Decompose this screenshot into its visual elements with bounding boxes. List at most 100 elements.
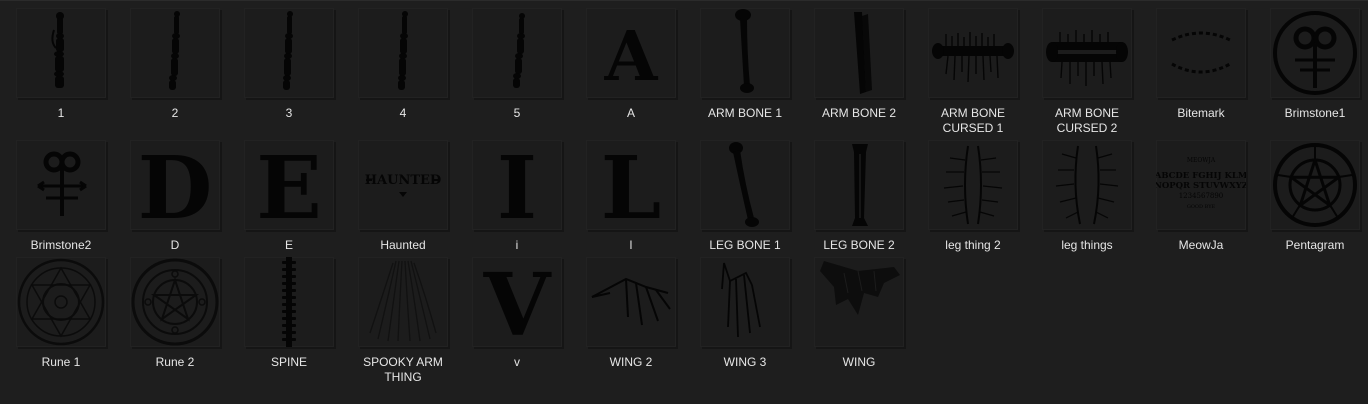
- letter-l-icon: L: [586, 140, 676, 230]
- bone-finger-icon: [130, 8, 220, 98]
- glyph: E: [256, 140, 322, 230]
- file-name: Rune 2: [155, 355, 195, 369]
- file-item-arm-bone-2[interactable]: ARM BONE 2: [808, 8, 910, 121]
- file-name: D: [170, 238, 180, 252]
- letter-d-icon: D: [130, 140, 220, 230]
- file-item-2[interactable]: 2: [124, 8, 226, 121]
- letter-a-icon: A: [586, 8, 676, 98]
- bone-finger-icon: [358, 8, 448, 98]
- bone-finger-icon: [16, 8, 106, 98]
- bitemark-icon: [1156, 8, 1246, 98]
- file-item-meowja[interactable]: MEOWJA ABCDE FGHIJ KLM NOPQR STUVWXYZ 12345…: [1150, 140, 1252, 253]
- cursed-bone-icon: [1042, 8, 1132, 98]
- file-name: Bitemark: [1177, 106, 1225, 120]
- file-name: ARM BONE CURSED 1: [940, 106, 1005, 135]
- wing-icon: [586, 257, 676, 347]
- file-item-a[interactable]: A A: [580, 8, 682, 121]
- ouija-row-1: ABCDE FGHIJ KLM: [1156, 171, 1246, 181]
- leg-bone-icon: [700, 140, 790, 230]
- file-item-wing-3[interactable]: WING 3: [694, 257, 796, 370]
- file-item-spine[interactable]: SPINE: [238, 257, 340, 370]
- wing-icon: [814, 257, 904, 347]
- file-name: MeowJa: [1178, 238, 1224, 252]
- file-item-e[interactable]: E E: [238, 140, 340, 253]
- file-name: LEG BONE 1: [709, 238, 781, 252]
- glyph: D: [138, 140, 213, 230]
- ouija-row-3: 1234567890: [1179, 192, 1224, 200]
- file-item-5[interactable]: 5: [466, 8, 568, 121]
- file-item-arm-bone-cursed-1[interactable]: ARM BONE CURSED 1: [922, 8, 1024, 136]
- file-name: 2: [171, 106, 179, 120]
- file-name: Pentagram: [1285, 238, 1345, 252]
- file-item-brimstone2[interactable]: Brimstone2: [10, 140, 112, 253]
- file-item-leg-thing-2[interactable]: leg thing 2: [922, 140, 1024, 253]
- file-item-brimstone1[interactable]: Brimstone1: [1264, 8, 1366, 121]
- file-item-pentagram[interactable]: Pentagram: [1264, 140, 1366, 253]
- file-name: Brimstone2: [30, 238, 92, 252]
- ouija-row-2: NOPQR STUVWXYZ: [1156, 181, 1246, 191]
- file-item-bitemark[interactable]: Bitemark: [1150, 8, 1252, 121]
- file-item-d[interactable]: D D: [124, 140, 226, 253]
- pentagram-icon: [1270, 140, 1360, 230]
- file-name: 4: [399, 106, 407, 120]
- file-item-haunted[interactable]: HAUNTED Haunted: [352, 140, 454, 253]
- glyph: V: [483, 257, 552, 347]
- file-item-rune-1[interactable]: Rune 1: [10, 257, 112, 370]
- wing-icon: [700, 257, 790, 347]
- file-item-leg-bone-1[interactable]: LEG BONE 1: [694, 140, 796, 253]
- file-name: ARM BONE 1: [707, 106, 782, 120]
- file-name: 3: [285, 106, 293, 120]
- file-item-i[interactable]: I i: [466, 140, 568, 253]
- file-name: l: [629, 238, 633, 252]
- file-item-arm-bone-1[interactable]: ARM BONE 1: [694, 8, 796, 121]
- spooky-arm-icon: [358, 257, 448, 347]
- glyph: I: [497, 140, 537, 230]
- file-name: SPINE: [270, 355, 307, 369]
- file-name: leg things: [1061, 238, 1113, 252]
- file-item-wing[interactable]: WING: [808, 257, 910, 370]
- file-item-l[interactable]: L l: [580, 140, 682, 253]
- file-item-wing-2[interactable]: WING 2: [580, 257, 682, 370]
- grid-row: Brimstone2 D D E E HAUNTED Haunted I i L…: [10, 140, 1368, 257]
- file-name: Rune 1: [41, 355, 81, 369]
- letter-e-icon: E: [244, 140, 334, 230]
- ouija-board-icon: MEOWJA ABCDE FGHIJ KLM NOPQR STUVWXYZ 12345…: [1156, 140, 1246, 230]
- file-name: v: [514, 355, 520, 369]
- file-name: Haunted: [380, 238, 426, 252]
- file-name: ARM BONE CURSED 2: [1054, 106, 1119, 135]
- file-item-leg-bone-2[interactable]: LEG BONE 2: [808, 140, 910, 253]
- letter-i-icon: I: [472, 140, 562, 230]
- file-name: leg thing 2: [945, 238, 1001, 252]
- haunted-text-icon: HAUNTED: [358, 140, 448, 230]
- file-name: WING 3: [723, 355, 767, 369]
- leg-thing-icon: [1042, 140, 1132, 230]
- rune-circle-icon: [130, 257, 220, 347]
- file-item-spooky-arm-thing[interactable]: SPOOKY ARM THING: [352, 257, 454, 385]
- file-item-4[interactable]: 4: [352, 8, 454, 121]
- file-name: WING: [842, 355, 876, 369]
- file-name: E: [284, 238, 293, 252]
- file-item-rune-2[interactable]: Rune 2: [124, 257, 226, 370]
- file-item-v[interactable]: V v: [466, 257, 568, 370]
- haunted-text: HAUNTED: [365, 173, 441, 188]
- file-name: 1: [57, 106, 65, 120]
- rune-circle-icon: [16, 257, 106, 347]
- bone-finger-icon: [244, 8, 334, 98]
- file-item-leg-things[interactable]: leg things: [1036, 140, 1138, 253]
- arm-bone-icon: [814, 8, 904, 98]
- file-name: SPOOKY ARM THING: [363, 355, 443, 384]
- ouija-bottom: GOOD BYE: [1187, 204, 1216, 210]
- brimstone-circle-icon: [1270, 8, 1360, 98]
- file-name: Brimstone1: [1284, 106, 1346, 120]
- file-item-arm-bone-cursed-2[interactable]: ARM BONE CURSED 2: [1036, 8, 1138, 136]
- glyph: A: [604, 17, 659, 97]
- file-item-3[interactable]: 3: [238, 8, 340, 121]
- ouija-top: MEOWJA: [1187, 157, 1216, 164]
- brimstone-icon: [16, 140, 106, 230]
- grid-row: 1 2 3 4 5 A A ARM BONE 1 ARM BONE 2 ARM …: [10, 8, 1368, 140]
- file-item-1[interactable]: 1: [10, 8, 112, 121]
- glyph: L: [601, 140, 661, 230]
- file-name: A: [626, 106, 635, 120]
- file-grid: 1 2 3 4 5 A A ARM BONE 1 ARM BONE 2 ARM …: [10, 8, 1368, 389]
- file-name: i: [515, 238, 519, 252]
